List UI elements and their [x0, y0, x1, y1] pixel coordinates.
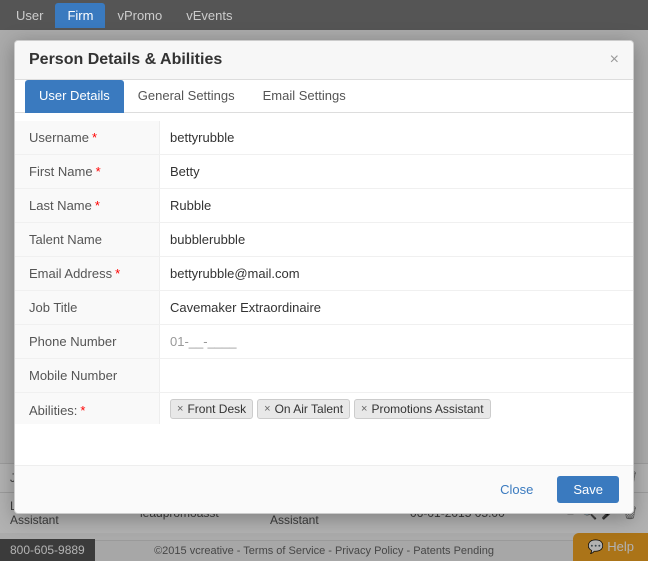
remove-ability-onairtalent[interactable]: ×: [264, 403, 270, 415]
ability-tag-onairtalent: × On Air Talent: [257, 399, 350, 419]
lastname-row: Last Name * Rubble: [15, 189, 633, 223]
username-value: bettyrubble: [160, 124, 633, 151]
required-indicator: *: [92, 130, 97, 145]
email-label: Email Address *: [15, 257, 160, 290]
tab-user-details[interactable]: User Details: [25, 80, 124, 113]
jobtitle-label: Job Title *: [15, 291, 160, 324]
save-button[interactable]: Save: [557, 476, 619, 503]
phone-value: 01-__-____: [160, 328, 633, 355]
required-indicator: *: [115, 266, 120, 281]
talentname-label: Talent Name: [15, 223, 160, 256]
modal-tabs: User Details General Settings Email Sett…: [15, 80, 633, 113]
lastname-label: Last Name *: [15, 189, 160, 222]
email-value: bettyrubble@mail.com: [160, 260, 633, 287]
required-indicator: *: [80, 403, 85, 418]
mobile-row: Mobile Number: [15, 359, 633, 393]
required-indicator: *: [95, 198, 100, 213]
modal-header: Person Details & Abilities ×: [15, 41, 633, 80]
modal-title: Person Details & Abilities: [29, 51, 222, 69]
firstname-row: First Name * Betty: [15, 155, 633, 189]
modal-body: Username * bettyrubble First Name * Bett…: [15, 113, 633, 465]
nav-firm[interactable]: Firm: [55, 3, 105, 28]
phone-label: Phone Number: [15, 325, 160, 358]
remove-ability-frontdesk[interactable]: ×: [177, 403, 183, 415]
required-indicator: *: [96, 164, 101, 179]
modal-close-button[interactable]: ×: [610, 52, 619, 68]
close-button[interactable]: Close: [484, 476, 549, 503]
mobile-value: [160, 370, 633, 382]
abilities-container: × Front Desk × On Air Talent × Promotion…: [160, 393, 633, 425]
username-row: Username * bettyrubble: [15, 121, 633, 155]
email-row: Email Address * bettyrubble@mail.com: [15, 257, 633, 291]
tab-email-settings[interactable]: Email Settings: [249, 80, 360, 113]
abilities-label: Abilities: *: [15, 393, 160, 424]
talentname-row: Talent Name bubblerubble: [15, 223, 633, 257]
jobtitle-row: Job Title * Cavemaker Extraordinaire: [15, 291, 633, 325]
ability-tag-frontdesk: × Front Desk: [170, 399, 253, 419]
nav-vevents[interactable]: vEvents: [174, 3, 244, 28]
phone-row: Phone Number 01-__-____: [15, 325, 633, 359]
top-navigation: User Firm vPromo vEvents: [0, 0, 648, 30]
firstname-value: Betty: [160, 158, 633, 185]
username-label: Username *: [15, 121, 160, 154]
ability-tag-promotionsassistant: × Promotions Assistant: [354, 399, 491, 419]
mobile-label: Mobile Number: [15, 359, 160, 392]
nav-user[interactable]: User: [4, 3, 55, 28]
person-details-modal: Person Details & Abilities × User Detail…: [14, 40, 634, 514]
remove-ability-promotionsassistant[interactable]: ×: [361, 403, 367, 415]
abilities-row: Abilities: * × Front Desk × On Air Talen…: [15, 393, 633, 457]
jobtitle-value: Cavemaker Extraordinaire: [160, 294, 633, 321]
lastname-value: Rubble: [160, 192, 633, 219]
modal-footer: Close Save: [15, 465, 633, 513]
talentname-value: bubblerubble: [160, 226, 633, 253]
background-content: Joe Salesguy wannabeanae 01-13-2016 17:4…: [0, 30, 648, 561]
firstname-label: First Name *: [15, 155, 160, 188]
nav-vpromo[interactable]: vPromo: [105, 3, 174, 28]
tab-general-settings[interactable]: General Settings: [124, 80, 249, 113]
